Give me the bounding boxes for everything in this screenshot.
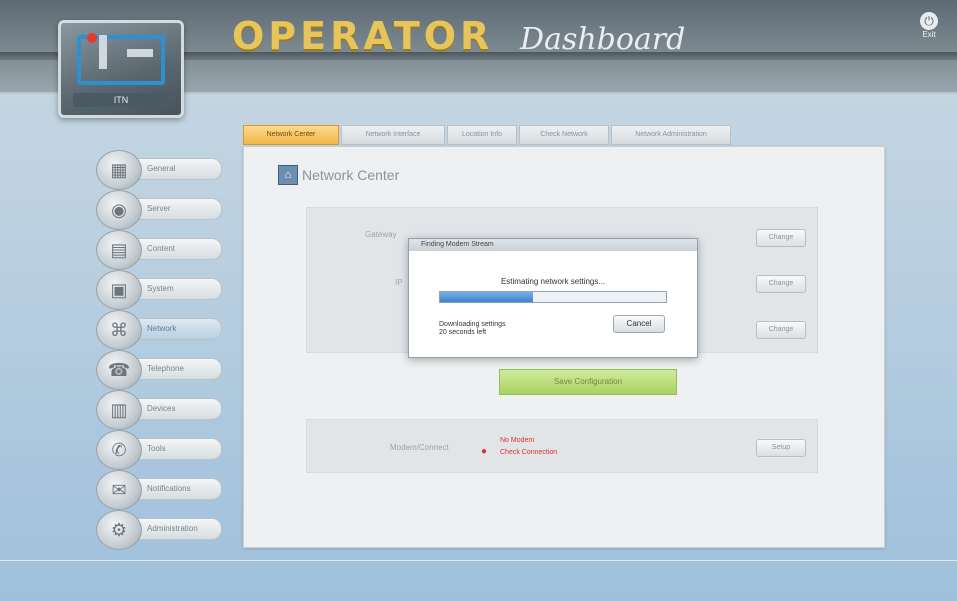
tools-icon: ✆ (96, 430, 142, 470)
modem-status-2: Check Connection (500, 449, 558, 456)
sidebar-item-devices[interactable]: Devices ▥ (96, 390, 226, 430)
gateway-label: Gateway (365, 230, 397, 239)
logo: ITN (58, 20, 184, 118)
sidebar-item-notifications[interactable]: Notifications ✉ (96, 470, 226, 510)
tab-network-interface[interactable]: Network Interface (341, 125, 445, 145)
exit-label: Exit (922, 30, 936, 39)
telephone-icon: ☎ (96, 350, 142, 390)
sidebar-item-label: Telephone (130, 358, 222, 380)
sidebar-item-system[interactable]: System ▣ (96, 270, 226, 310)
sidebar-item-telephone[interactable]: Telephone ☎ (96, 350, 226, 390)
sidebar-item-label: Tools (130, 438, 222, 460)
sidebar-item-label: General (130, 158, 222, 180)
cancel-button[interactable]: Cancel (613, 315, 665, 333)
sidebar-item-tools[interactable]: Tools ✆ (96, 430, 226, 470)
sidebar-item-label: Devices (130, 398, 222, 420)
sidebar-item-label: Administration (130, 518, 222, 540)
sidebar-item-content[interactable]: Content ▤ (96, 230, 226, 270)
devices-icon: ▥ (96, 390, 142, 430)
sidebar-item-server[interactable]: Server ◉ (96, 190, 226, 230)
system-icon: ▣ (96, 270, 142, 310)
save-configuration-button[interactable]: Save Configuration (499, 369, 677, 395)
sidebar-item-label: Network (130, 318, 222, 340)
notifications-icon: ✉ (96, 470, 142, 510)
sidebar-item-label: Notifications (130, 478, 222, 500)
administration-icon: ⚙ (96, 510, 142, 550)
change-dns-button[interactable]: Change (756, 321, 806, 339)
page-title: Network Center (302, 167, 400, 183)
sidebar-item-label: System (130, 278, 222, 300)
tab-check-network[interactable]: Check Network (519, 125, 609, 145)
modem-setup-button[interactable]: Setup (756, 439, 806, 457)
dialog-title: Finding Modem Stream (409, 239, 697, 251)
ip-label: IP (395, 278, 403, 287)
logo-dot (87, 33, 97, 43)
modem-section (306, 419, 818, 473)
change-gateway-button[interactable]: Change (756, 229, 806, 247)
sidebar-item-administration[interactable]: Administration ⚙ (96, 510, 226, 550)
sidebar-item-network[interactable]: Network ⌘ (96, 310, 226, 350)
app-title: OPERATOR (232, 14, 494, 58)
tab-network-center[interactable]: Network Center (243, 125, 339, 145)
network-icon: ⌘ (96, 310, 142, 350)
footer-divider (0, 560, 957, 561)
dialog-detail-time: 20 seconds left (439, 329, 487, 336)
exit-button[interactable]: ⏻ Exit (912, 12, 946, 50)
tab-location-info[interactable]: Location Info (447, 125, 517, 145)
dialog-message: Estimating network settings... (500, 277, 606, 286)
sidebar-item-label: Server (130, 198, 222, 220)
server-icon: ◉ (96, 190, 142, 230)
content-icon: ▤ (96, 230, 142, 270)
tab-network-administration[interactable]: Network Administration (611, 125, 731, 145)
progress-bar (439, 291, 667, 303)
logo-text: ITN (73, 93, 169, 107)
network-center-icon: ⌂ (278, 165, 298, 185)
app-subtitle: Dashboard (520, 22, 686, 57)
sidebar-item-general[interactable]: General ▦ (96, 150, 226, 190)
progress-dialog: Finding Modem Stream Estimating network … (408, 238, 698, 358)
progress-fill (440, 292, 533, 302)
error-dot-icon: ● (481, 446, 488, 457)
dialog-detail-status: Downloading settings (439, 321, 506, 328)
general-icon: ▦ (96, 150, 142, 190)
sidebar-item-label: Content (130, 238, 222, 260)
change-ip-button[interactable]: Change (756, 275, 806, 293)
power-icon: ⏻ (920, 12, 938, 30)
modem-status-1: No Modem (500, 437, 535, 444)
modem-label: Modem/Connect (390, 443, 449, 452)
